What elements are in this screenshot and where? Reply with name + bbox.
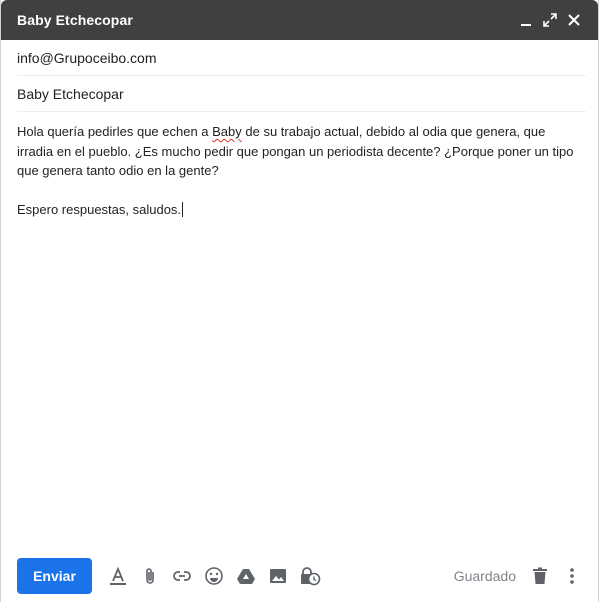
to-field[interactable]: info@Grupoceibo.com xyxy=(17,40,586,76)
body-paragraph: Hola quería pedirles que echen a Baby de… xyxy=(17,124,574,178)
emoji-icon[interactable] xyxy=(198,560,230,592)
misspelled-word[interactable]: Baby xyxy=(212,124,242,139)
compose-title-bar[interactable]: Baby Etchecopar xyxy=(1,0,598,40)
save-status: Guardado xyxy=(453,568,516,584)
subject-text[interactable]: Baby Etchecopar xyxy=(17,86,124,102)
minimize-icon[interactable] xyxy=(514,8,538,32)
delete-icon[interactable] xyxy=(524,560,556,592)
formatting-icon[interactable] xyxy=(102,560,134,592)
more-options-icon[interactable] xyxy=(556,560,588,592)
compose-toolbar: Enviar Guardado xyxy=(17,558,588,594)
drive-icon[interactable] xyxy=(230,560,262,592)
recipient-address[interactable]: info@Grupoceibo.com xyxy=(17,50,157,66)
subject-field[interactable]: Baby Etchecopar xyxy=(17,76,586,112)
photo-icon[interactable] xyxy=(262,560,294,592)
compose-window: Baby Etchecopar info@Grupoceibo.com Baby… xyxy=(0,0,599,602)
link-icon[interactable] xyxy=(166,560,198,592)
pop-out-icon[interactable] xyxy=(538,8,562,32)
close-icon[interactable] xyxy=(562,8,586,32)
message-body[interactable]: Hola quería pedirles que echen a Baby de… xyxy=(17,122,582,219)
send-button[interactable]: Enviar xyxy=(17,558,92,594)
attach-icon[interactable] xyxy=(134,560,166,592)
confidential-mode-icon[interactable] xyxy=(294,560,326,592)
compose-title: Baby Etchecopar xyxy=(17,12,133,28)
text-cursor xyxy=(182,201,184,217)
body-paragraph: Espero respuestas, saludos. xyxy=(17,201,184,217)
